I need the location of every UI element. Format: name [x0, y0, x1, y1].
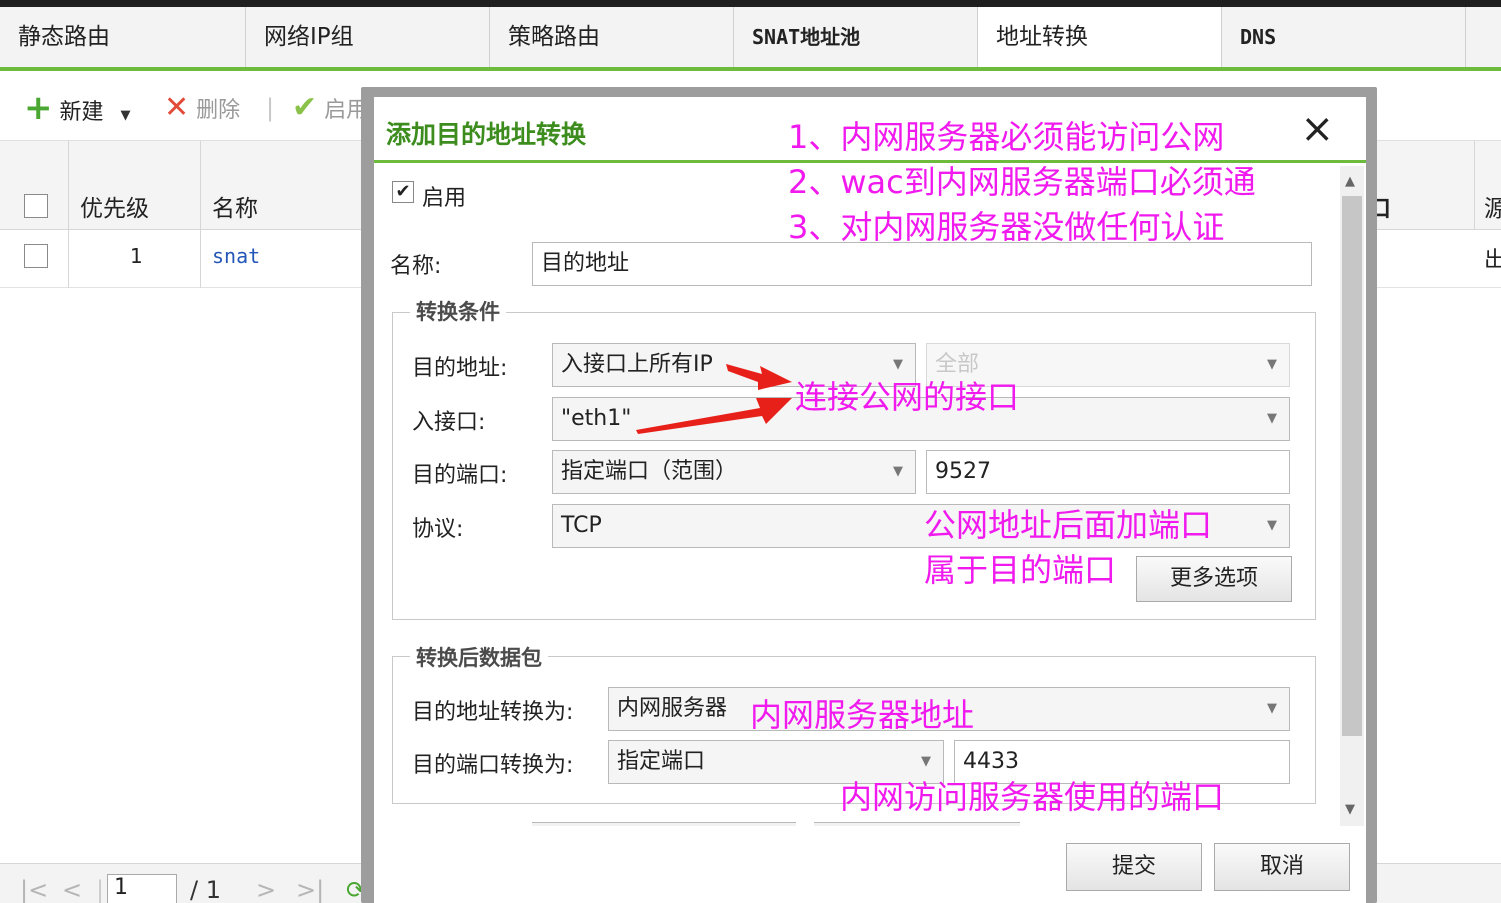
arrow-to-dest-address	[726, 364, 792, 390]
annotation-arrows	[636, 364, 792, 434]
arrow-to-interface	[636, 398, 792, 434]
